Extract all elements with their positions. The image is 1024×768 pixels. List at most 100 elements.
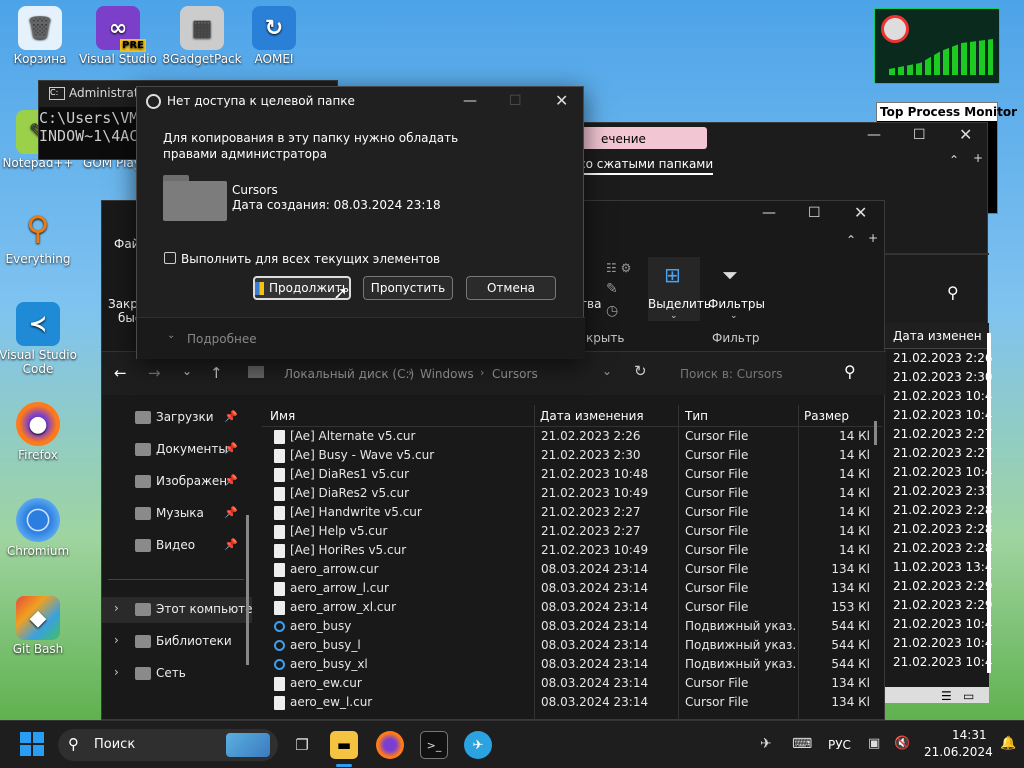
file-row[interactable]: aero_ew.cur 08.03.2024 23:14 Cursor File 13…: [262, 674, 882, 693]
desktop-icon-firefox[interactable]: ● Firefox: [0, 402, 78, 462]
dialog-min-button[interactable]: —: [463, 93, 477, 109]
column-name[interactable]: Имя: [270, 409, 295, 423]
ribbon-history-icon[interactable]: ◷: [606, 303, 618, 319]
bg-explorer-scrollbar[interactable]: [987, 333, 991, 673]
nav-item[interactable]: Видео 📌: [102, 533, 252, 559]
search-icon[interactable]: ⚲: [844, 362, 856, 381]
refresh-button[interactable]: ↻: [634, 362, 647, 380]
file-row[interactable]: aero_busy_xl 08.03.2024 23:14 Подвижный ук…: [262, 655, 882, 674]
file-list-scrollbar[interactable]: [874, 421, 877, 445]
breadcrumb-windows[interactable]: Windows: [420, 367, 474, 381]
file-row[interactable]: aero_busy_l 08.03.2024 23:14 Подвижный ука…: [262, 636, 882, 655]
desktop-icon-chromium[interactable]: Chromium: [0, 498, 78, 558]
desktop-icon-vscode[interactable]: ≺ Visual Studio Code: [0, 302, 78, 376]
file-row[interactable]: aero_busy 08.03.2024 23:14 Подвижный указ.…: [262, 617, 882, 636]
network-tray-icon[interactable]: ▣: [868, 736, 880, 751]
file-row[interactable]: aero_arrow_l.cur 08.03.2024 23:14 Cursor F…: [262, 579, 882, 598]
bg-explorer-add-icon[interactable]: +: [973, 151, 983, 165]
bg-explorer-pink-tab[interactable]: ечение: [579, 127, 707, 149]
desktop-icon-everything[interactable]: ⚲ Everything: [0, 206, 78, 266]
apply-all-checkbox[interactable]: [164, 252, 176, 264]
ribbon-close-text[interactable]: Закр: [108, 297, 138, 311]
language-indicator[interactable]: РУС: [828, 738, 851, 752]
file-row[interactable]: aero_arrow.cur 08.03.2024 23:14 Cursor Fil…: [262, 560, 882, 579]
breadcrumb-cursors[interactable]: Cursors: [492, 367, 538, 381]
file-explorer-taskbar-icon[interactable]: ▬: [330, 731, 358, 759]
file-row[interactable]: [Ae] Busy - Wave v5.cur 21.02.2023 2:30 Cu…: [262, 446, 882, 465]
bg-explorer-min-button[interactable]: —: [867, 127, 881, 143]
back-button[interactable]: ←: [114, 364, 127, 382]
up-button[interactable]: ↑: [210, 364, 223, 382]
file-row[interactable]: [Ae] DiaRes1 v5.cur 21.02.2023 10:48 Curso…: [262, 465, 882, 484]
address-bar[interactable]: Локальный диск (C:) › Windows › Cursors: [242, 360, 622, 388]
nav-item[interactable]: Изображен 📌: [102, 469, 252, 495]
bg-explorer-menu-text[interactable]: со сжатыми папками: [579, 157, 714, 175]
file-row[interactable]: [Ae] Handwrite v5.cur 21.02.2023 2:27 Curs…: [262, 503, 882, 522]
forward-button[interactable]: →: [148, 364, 161, 382]
desktop-icon-visual-studio[interactable]: ∞ PRE Visual Studio: [78, 6, 158, 66]
file-row[interactable]: [Ae] HoriRes v5.cur 21.02.2023 10:49 Curso…: [262, 541, 882, 560]
file-list[interactable]: ⌃ Имя Дата изменения Тип Размер [Ae] Alt…: [262, 405, 882, 721]
file-row[interactable]: [Ae] Help v5.cur 21.02.2023 2:27 Cursor Fi…: [262, 522, 882, 541]
explorer-close-button[interactable]: ✕: [854, 203, 867, 222]
notification-bell-icon[interactable]: 🔔: [1000, 736, 1016, 751]
telegram-tray-icon[interactable]: ✈: [760, 736, 772, 752]
terminal-taskbar-icon[interactable]: >_: [420, 731, 448, 759]
task-view-icon[interactable]: ❐: [288, 731, 316, 759]
taskbar-search[interactable]: ⚲ Поиск: [58, 729, 278, 761]
ribbon-select-button[interactable]: ⊞ Выделить ⌄: [648, 257, 711, 321]
explorer-max-button[interactable]: ☐: [808, 205, 821, 221]
access-denied-dialog[interactable]: Нет доступа к целевой папке — ☐ ✕ Для ко…: [136, 86, 585, 359]
nav-expand-chevron-icon[interactable]: ›: [114, 633, 119, 647]
file-row[interactable]: [Ae] DiaRes2 v5.cur 21.02.2023 10:49 Curso…: [262, 484, 882, 503]
nav-scrollbar[interactable]: [246, 515, 249, 665]
nav-item[interactable]: Загрузки 📌: [102, 405, 252, 431]
nav-expand-chevron-icon[interactable]: ›: [114, 665, 119, 679]
clock-time[interactable]: 14:31: [952, 728, 987, 742]
nav-item[interactable]: › Сеть: [102, 661, 252, 687]
bg-explorer-max-button[interactable]: ☐: [913, 127, 926, 143]
right-date-header[interactable]: Дата изменен: [885, 323, 989, 349]
nav-item[interactable]: › Библиотеки: [102, 629, 252, 655]
firefox-taskbar-icon[interactable]: [376, 731, 404, 759]
cancel-button[interactable]: Отмена: [466, 276, 556, 300]
desktop-icon-git-bash[interactable]: ◆ Git Bash: [0, 596, 78, 656]
ribbon-select-icons[interactable]: ☷ ⚙: [606, 261, 631, 275]
sound-meter-gadget[interactable]: [874, 8, 1000, 84]
details-toggle[interactable]: Подробнее: [187, 332, 257, 346]
clock-date[interactable]: 21.06.2024: [924, 745, 993, 759]
dialog-close-button[interactable]: ✕: [555, 91, 568, 110]
details-view-icon[interactable]: ☰: [941, 689, 952, 703]
column-type[interactable]: Тип: [685, 409, 708, 423]
ribbon-add-icon[interactable]: +: [868, 231, 878, 245]
skip-button[interactable]: Пропустить: [363, 276, 453, 300]
bg-explorer-collapse-icon[interactable]: ⌃: [949, 153, 959, 167]
explorer-min-button[interactable]: —: [762, 205, 776, 221]
navigation-pane[interactable]: Загрузки 📌 Документы 📌 Изображен 📌 Музыка 📌 Виде…: [102, 405, 258, 721]
desktop-icon-recycle-bin[interactable]: 🗑 Корзина: [0, 6, 80, 66]
file-row[interactable]: [Ae] Alternate v5.cur 21.02.2023 2:26 Curs…: [262, 427, 882, 446]
file-row[interactable]: aero_arrow_xl.cur 08.03.2024 23:14 Cursor …: [262, 598, 882, 617]
ribbon-edit-icon[interactable]: ✎: [606, 281, 618, 297]
ribbon-collapse-icon[interactable]: ⌃: [846, 233, 856, 247]
details-chevron-icon[interactable]: ⌄: [167, 330, 175, 341]
search-box-placeholder[interactable]: Поиск в: Cursors: [680, 367, 782, 381]
nav-expand-chevron-icon[interactable]: ›: [114, 601, 119, 615]
column-size[interactable]: Размер: [804, 409, 849, 423]
breadcrumb-drive[interactable]: Локальный диск (C:): [284, 367, 414, 381]
tiles-view-icon[interactable]: ▭: [963, 689, 974, 703]
ribbon-filters-button[interactable]: ⏷ Фильтры ⌄: [706, 257, 765, 321]
start-button[interactable]: [20, 732, 44, 756]
nav-item[interactable]: Музыка 📌: [102, 501, 252, 527]
bg-explorer-search-icon[interactable]: ⚲: [947, 283, 959, 302]
column-date[interactable]: Дата изменения: [540, 409, 644, 423]
telegram-taskbar-icon[interactable]: ✈: [464, 731, 492, 759]
nav-item[interactable]: › Этот компьюте: [102, 597, 253, 623]
desktop-icon-gadgetpack[interactable]: ▦ 8GadgetPack: [162, 6, 242, 66]
nav-item[interactable]: Документы 📌: [102, 437, 252, 463]
keyboard-tray-icon[interactable]: ⌨: [792, 736, 812, 752]
bg-explorer-close-button[interactable]: ✕: [959, 125, 972, 144]
recent-dropdown-button[interactable]: ⌄: [182, 364, 192, 378]
apply-all-label[interactable]: Выполнить для всех текущих элементов: [181, 252, 440, 266]
volume-muted-icon[interactable]: 🔇: [894, 736, 910, 751]
